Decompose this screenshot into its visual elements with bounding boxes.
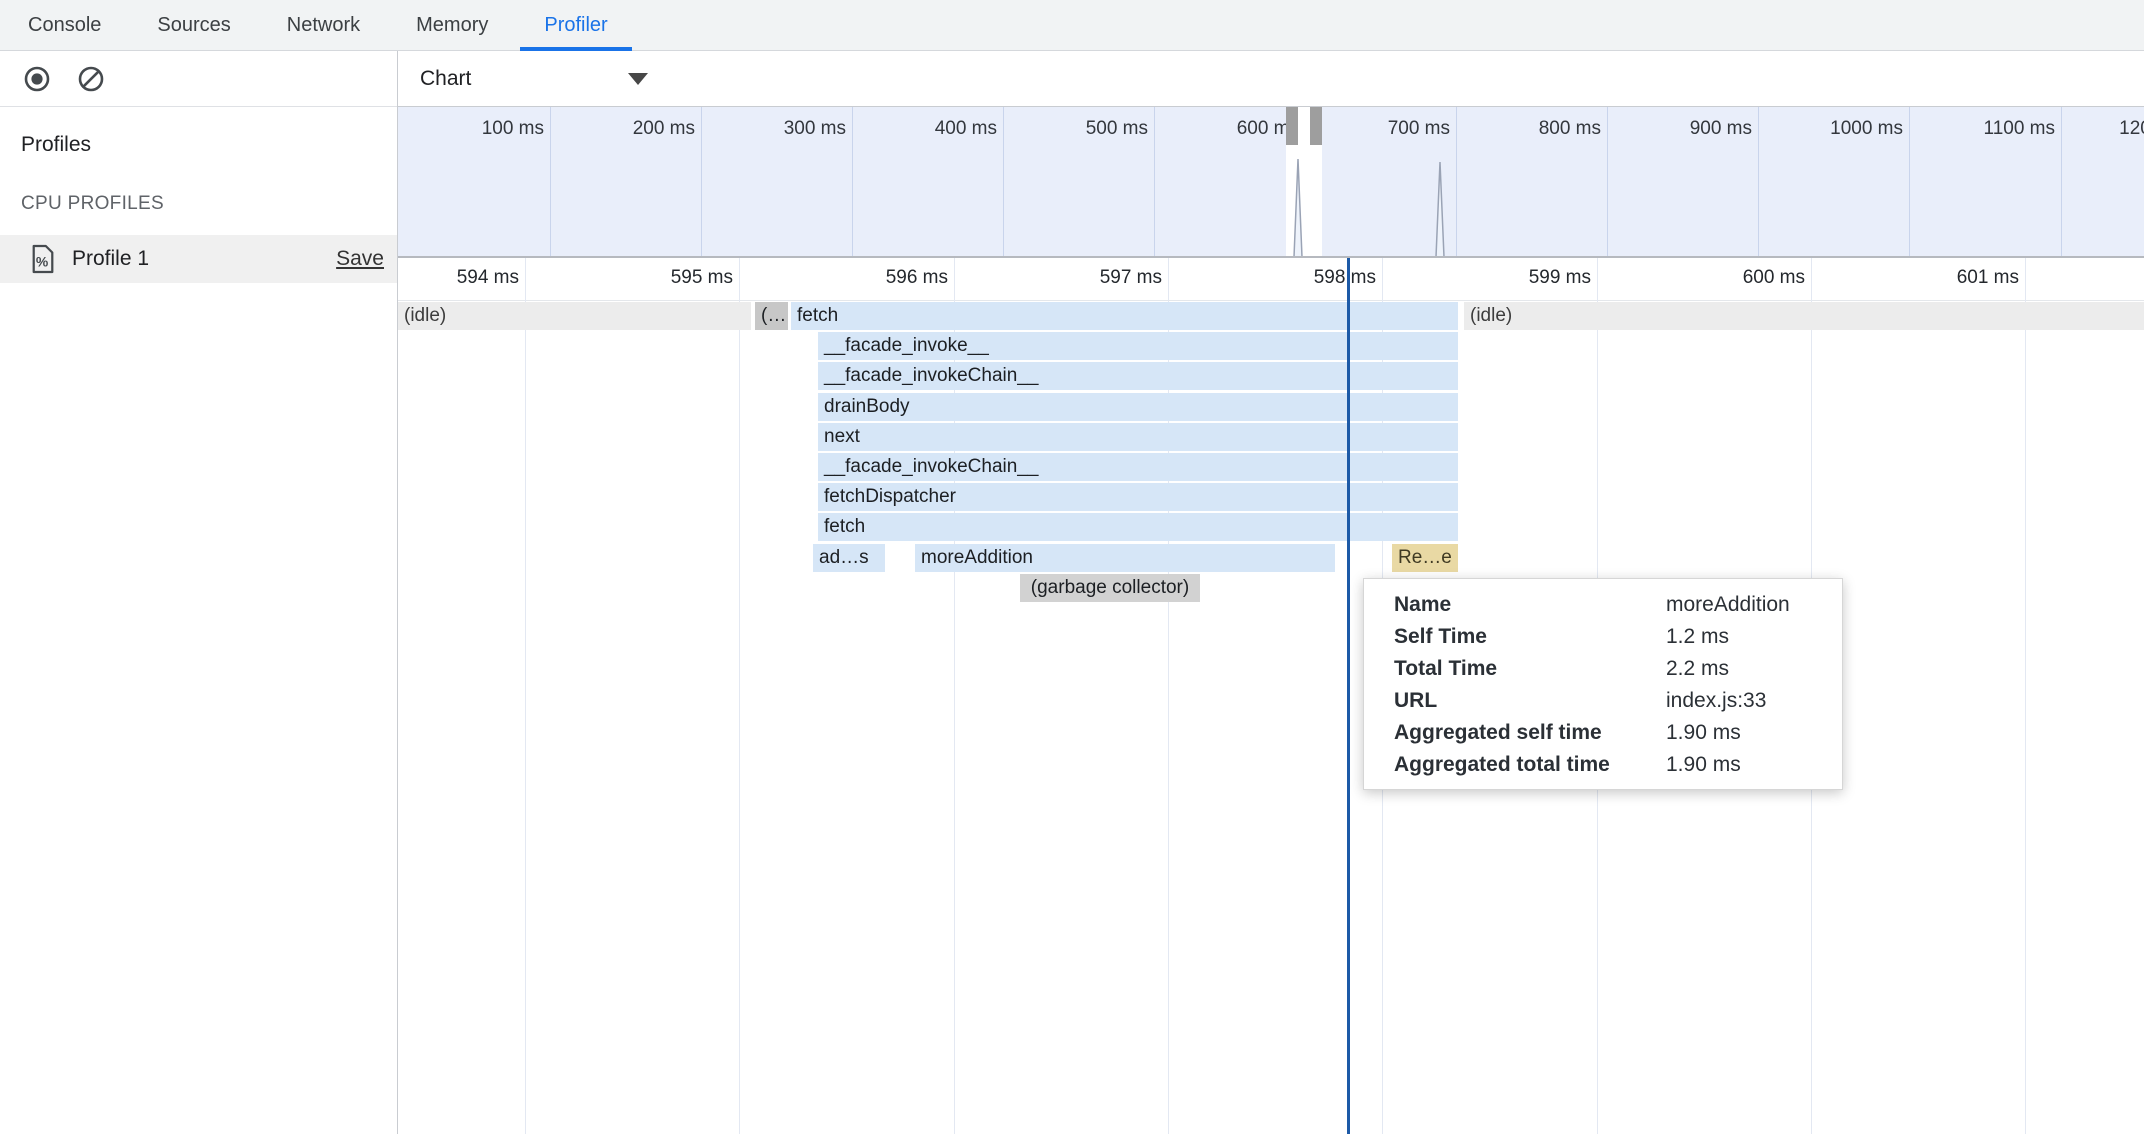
tooltip-label: Name [1394, 593, 1666, 617]
profile-document-icon: % [30, 244, 56, 274]
selection-handle-left[interactable] [1286, 107, 1298, 145]
tooltip-row: NamemoreAddition [1394, 589, 1824, 621]
flame-bar-drainbody[interactable]: drainBody [818, 393, 1458, 421]
flame-bar-fetchdispatcher[interactable]: fetchDispatcher [818, 483, 1458, 511]
tooltip-row: Aggregated total time1.90 ms [1394, 749, 1824, 781]
ruler-tick-label: 601 ms [1869, 267, 2019, 289]
ruler-divider [398, 300, 2144, 301]
tooltip-value: 2.2 ms [1666, 657, 1729, 681]
frame-tooltip: NamemoreAdditionSelf Time1.2 msTotal Tim… [1363, 578, 1843, 790]
flame-bar--facade-invokechain-[interactable]: __facade_invokeChain__ [818, 362, 1458, 390]
tooltip-value: 1.2 ms [1666, 625, 1729, 649]
flame-bar--facade-invokechain-[interactable]: __facade_invokeChain__ [818, 453, 1458, 481]
svg-text:%: % [36, 253, 48, 269]
tooltip-row: URLindex.js:33 [1394, 685, 1824, 717]
cpu-profiles-section-label: CPU PROFILES [21, 193, 164, 215]
tooltip-row: Aggregated self time1.90 ms [1394, 717, 1824, 749]
save-profile-link[interactable]: Save [336, 247, 384, 271]
flame-bar-fetch[interactable]: fetch [791, 302, 1458, 330]
chevron-down-icon [628, 73, 648, 85]
tooltip-label: URL [1394, 689, 1666, 713]
flame-bar-fetch[interactable]: fetch [818, 513, 1458, 541]
ruler-tick-label: 597 ms [1012, 267, 1162, 289]
profile-name: Profile 1 [72, 247, 336, 271]
tab-memory[interactable]: Memory [388, 0, 516, 50]
current-time-marker [1347, 258, 1350, 1134]
tooltip-value: 1.90 ms [1666, 721, 1741, 745]
view-header: Chart [398, 51, 2144, 107]
profile-list-item[interactable]: % Profile 1 Save [0, 235, 397, 283]
tooltip-value: index.js:33 [1666, 689, 1766, 713]
ruler-tick-label: 595 ms [583, 267, 733, 289]
clear-profiles-button[interactable] [76, 64, 106, 94]
flame-bar--[interactable]: (… [755, 302, 788, 330]
clear-icon [76, 64, 106, 94]
flame-bar--garbage-collector-[interactable]: (garbage collector) [1020, 574, 1200, 602]
sidebar: Profiles CPU PROFILES % Profile 1 Save [0, 51, 398, 1134]
tooltip-row: Total Time2.2 ms [1394, 653, 1824, 685]
tooltip-label: Aggregated total time [1394, 753, 1666, 777]
cpu-activity-spikes [398, 107, 2144, 258]
record-icon [22, 64, 52, 94]
ruler-tick-label: 600 ms [1655, 267, 1805, 289]
tab-console[interactable]: Console [0, 0, 129, 50]
record-button[interactable] [22, 64, 52, 94]
flame-chart[interactable]: NamemoreAdditionSelf Time1.2 msTotal Tim… [398, 258, 2144, 1134]
tooltip-value: 1.90 ms [1666, 753, 1741, 777]
timeline-overview[interactable]: 100 ms200 ms300 ms400 ms500 ms600 ms700 … [398, 107, 2144, 258]
flame-bar--idle-[interactable]: (idle) [398, 302, 751, 330]
profiler-main-panel: Chart 100 ms200 ms300 ms400 ms500 ms600 … [398, 51, 2144, 1134]
profiles-title: Profiles [21, 133, 91, 157]
flame-bar-moreaddition[interactable]: moreAddition [915, 544, 1335, 572]
ruler-tick-label: 598 ms [1226, 267, 1376, 289]
tab-bar: ConsoleSourcesNetworkMemoryProfiler [0, 0, 2144, 51]
ruler-tick-label: 599 ms [1441, 267, 1591, 289]
ruler-gridline [2025, 258, 2026, 1134]
tooltip-value: moreAddition [1666, 593, 1790, 617]
tab-network[interactable]: Network [259, 0, 388, 50]
flame-bar--idle-[interactable]: (idle) [1464, 302, 2144, 330]
tab-profiler[interactable]: Profiler [516, 0, 635, 50]
selection-handle-right[interactable] [1310, 107, 1322, 145]
flame-bar-ad-s[interactable]: ad…s [813, 544, 885, 572]
tab-sources[interactable]: Sources [129, 0, 258, 50]
ruler-gridline [525, 258, 526, 1134]
tooltip-label: Total Time [1394, 657, 1666, 681]
view-mode-label: Chart [420, 67, 471, 91]
flame-bar-next[interactable]: next [818, 423, 1458, 451]
profiler-toolbar [0, 51, 397, 107]
ruler-tick-label: 596 ms [798, 267, 948, 289]
tooltip-label: Self Time [1394, 625, 1666, 649]
flame-bar--facade-invoke-[interactable]: __facade_invoke__ [818, 332, 1458, 360]
flame-bar-re-e[interactable]: Re…e [1392, 544, 1458, 572]
view-mode-select[interactable]: Chart [420, 63, 648, 95]
ruler-tick-label: 594 ms [398, 267, 519, 289]
ruler-gridline [739, 258, 740, 1134]
tooltip-label: Aggregated self time [1394, 721, 1666, 745]
tooltip-row: Self Time1.2 ms [1394, 621, 1824, 653]
